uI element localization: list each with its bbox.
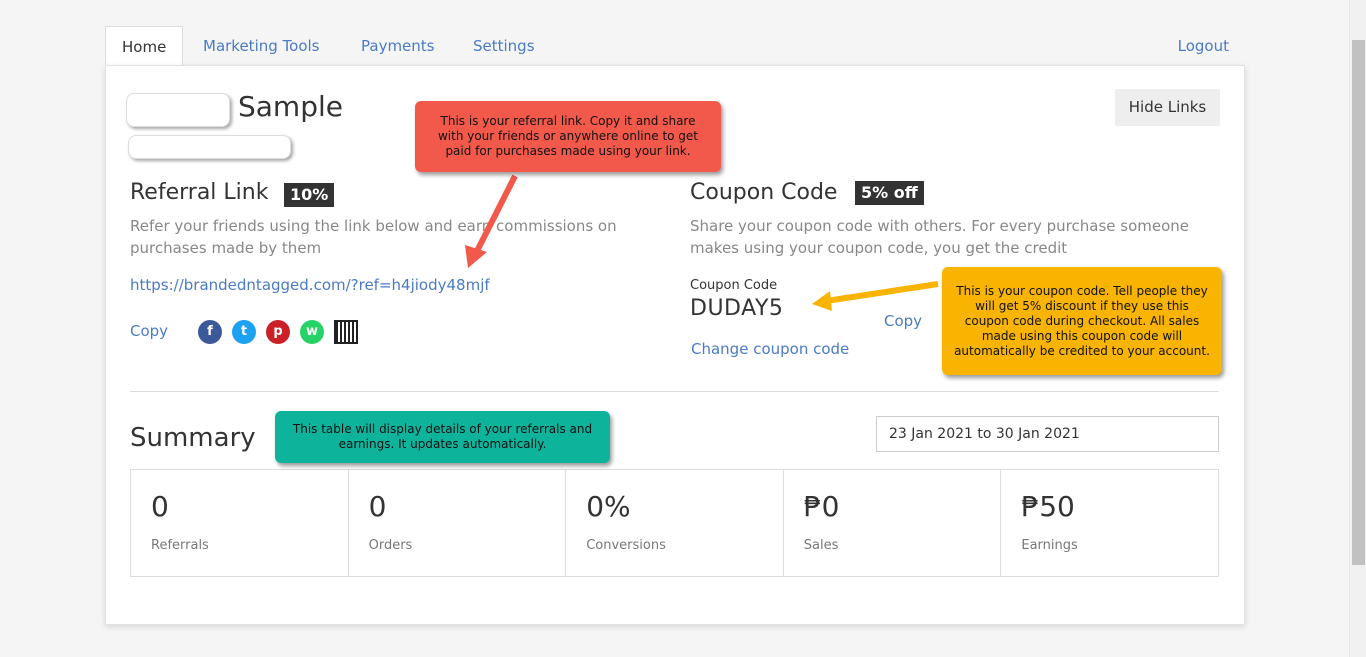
summary-callout: This table will display details of your … [275,411,610,463]
referral-arrow [471,174,518,259]
scrollbar-thumb[interactable] [1352,40,1365,565]
coupon-arrow [825,281,939,304]
coupon-callout: This is your coupon code. Tell people th… [942,267,1222,375]
vertical-scrollbar[interactable] [1349,0,1366,657]
coupon-arrow-head [812,291,832,311]
referral-callout: This is your referral link. Copy it and … [415,101,721,172]
